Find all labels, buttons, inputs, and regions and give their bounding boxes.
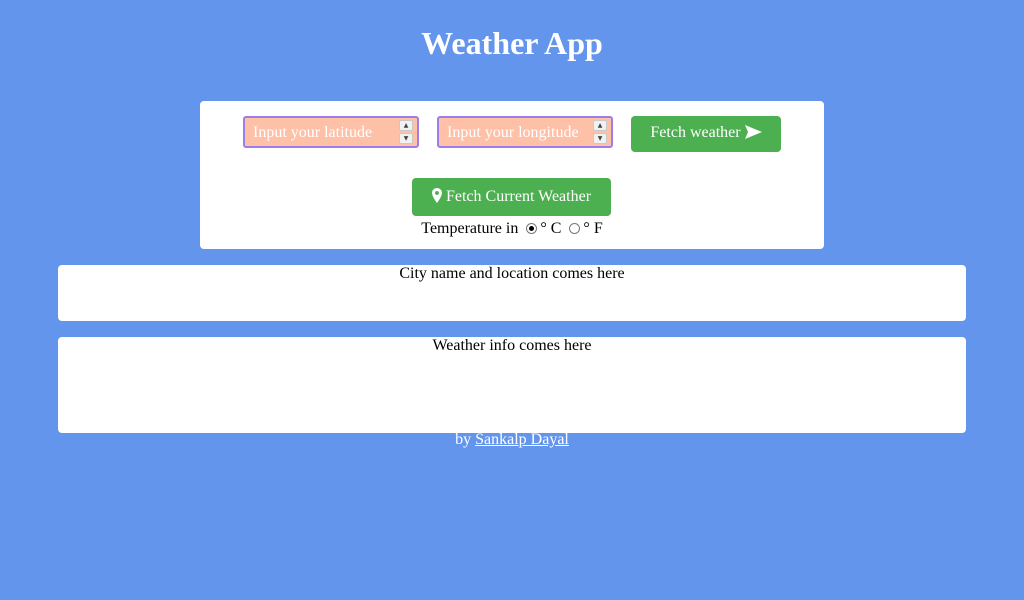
weather-info-text: Weather info comes here (432, 337, 592, 354)
fetch-current-weather-button[interactable]: Fetch Current Weather (412, 178, 611, 216)
latitude-input[interactable]: Input your latitude ▲ ▼ (243, 116, 419, 148)
author-link[interactable]: Sankalp Dayal (475, 431, 569, 448)
temperature-label: Temperature in (421, 220, 519, 237)
fetch-current-weather-label: Fetch Current Weather (445, 188, 592, 205)
fetch-weather-label: Fetch weather (650, 124, 741, 141)
page-title: Weather App (421, 25, 603, 61)
city-location-panel: City name and location comes here (58, 265, 966, 321)
longitude-input[interactable]: Input your longitude ▲ ▼ (437, 116, 613, 148)
city-location-text: City name and location comes here (399, 265, 625, 282)
spinner-down-icon[interactable]: ▼ (399, 133, 413, 144)
fahrenheit-label: ° F (583, 220, 603, 237)
fetch-weather-button[interactable]: Fetch weather (631, 116, 781, 152)
latitude-placeholder: Input your latitude (253, 124, 373, 141)
longitude-spinner[interactable]: ▲ ▼ (593, 120, 607, 144)
latitude-spinner[interactable]: ▲ ▼ (399, 120, 413, 144)
temperature-unit-selector: Temperature in ° C ° F (200, 219, 824, 239)
spinner-up-icon[interactable]: ▲ (593, 120, 607, 131)
footer-by-text: by (455, 431, 472, 448)
controls-card: Input your latitude ▲ ▼ Input your longi… (200, 101, 824, 249)
fahrenheit-radio[interactable] (569, 223, 581, 234)
celsius-radio[interactable] (526, 223, 538, 234)
spinner-down-icon[interactable]: ▼ (593, 133, 607, 144)
spinner-up-icon[interactable]: ▲ (399, 120, 413, 131)
celsius-label: ° C (540, 220, 562, 237)
longitude-placeholder: Input your longitude (447, 124, 579, 141)
send-icon (744, 125, 762, 139)
weather-info-panel: Weather info comes here (58, 337, 966, 433)
map-marker-icon (431, 188, 442, 203)
footer: by Sankalp Dayal (0, 431, 1024, 449)
